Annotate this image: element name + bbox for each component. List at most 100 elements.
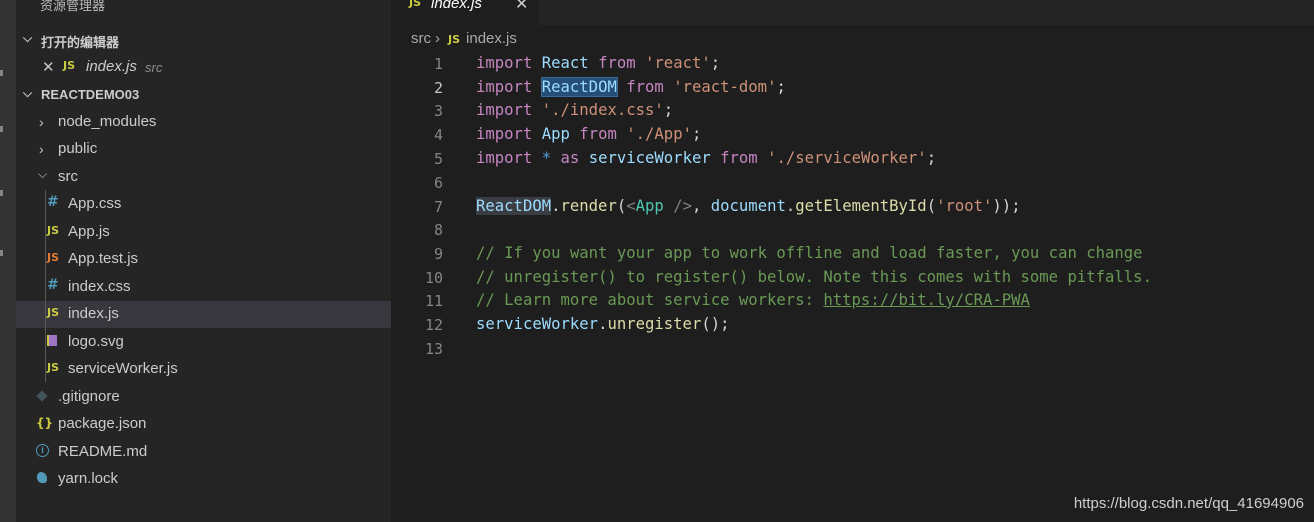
info-icon: i	[36, 444, 49, 457]
line-number: 11	[424, 292, 443, 310]
code-token: ;	[1011, 197, 1021, 215]
chevron-right-icon: ›	[39, 114, 44, 130]
code-link[interactable]: https://bit.ly/CRA-PWA	[823, 291, 1030, 309]
open-editors-section[interactable]: ⌵ 打开的编辑器	[16, 27, 391, 53]
line-number: 4	[433, 126, 443, 144]
code-token: ;	[691, 125, 702, 143]
code-token: from	[598, 54, 636, 72]
code-token: from	[720, 149, 758, 167]
project-label: REACTDEMO03	[41, 87, 140, 102]
json-file-icon: {}	[36, 416, 54, 430]
code-token: render	[560, 197, 617, 215]
tree-item-package-json[interactable]: {} package.json	[16, 411, 391, 438]
open-editor-desc: src	[145, 60, 163, 75]
line-number: 6	[433, 174, 443, 192]
code-line[interactable]: import ReactDOM from 'react-dom';	[476, 77, 786, 97]
yarn-icon	[37, 472, 47, 483]
js-file-icon: JS	[63, 59, 76, 72]
close-icon[interactable]: ✕	[42, 58, 55, 76]
js-file-icon: JS	[47, 306, 60, 319]
code-line[interactable]: // If you want your app to work offline …	[476, 244, 1143, 262]
tree-item-label: package.json	[58, 415, 147, 432]
chevron-right-icon: ›	[435, 30, 440, 47]
code-token: getElementById	[795, 197, 927, 215]
code-token: './App'	[626, 125, 692, 143]
code-line[interactable]: import * as serviceWorker from './servic…	[476, 149, 936, 167]
code-token: App	[635, 197, 664, 215]
line-number: 9	[433, 245, 443, 263]
tree-item-src[interactable]: ⌵ src	[16, 164, 391, 191]
tab-label: index.js	[431, 0, 482, 12]
tree-item-app-test-js[interactable]: JS App.test.js	[16, 246, 391, 273]
code-token: React	[541, 54, 589, 72]
code-token: from	[579, 125, 617, 143]
chevron-right-icon: ›	[39, 141, 44, 157]
code-token: './index.css'	[541, 101, 664, 119]
tree-item-public[interactable]: › public	[16, 136, 391, 163]
open-editor-item[interactable]: ✕ JS index.js src	[16, 54, 391, 81]
tree-item-label: .gitignore	[58, 388, 120, 405]
line-number: 2	[433, 79, 443, 97]
code-token: import	[476, 149, 533, 167]
code-token: import	[476, 101, 533, 119]
tab-index-js[interactable]: JS index.js ✕	[391, 0, 539, 25]
code-line[interactable]: import './index.css';	[476, 101, 673, 119]
tree-item-label: README.md	[58, 443, 148, 460]
activity-marker	[0, 190, 3, 196]
js-file-icon: JS	[448, 33, 461, 46]
tree-item-label: serviceWorker.js	[68, 360, 178, 377]
close-icon[interactable]: ✕	[515, 0, 528, 14]
code-token: './serviceWorker'	[767, 149, 927, 167]
code-line[interactable]: import React from 'react';	[476, 54, 720, 72]
tree-item-label: src	[58, 168, 78, 185]
code-line[interactable]: ReactDOM.render(<App />, document.getEle…	[476, 197, 1021, 215]
tree-item-yarn-lock[interactable]: yarn.lock	[16, 466, 391, 493]
line-number: 1	[433, 55, 443, 73]
code-token: 'react-dom'	[673, 78, 777, 96]
explorer-sidebar: 资源管理器 ⌵ 打开的编辑器 ✕ JS index.js src ⌵ REACT…	[16, 0, 391, 522]
code-line[interactable]: import App from './App';	[476, 125, 701, 143]
open-editors-label: 打开的编辑器	[41, 35, 120, 50]
breadcrumb-file[interactable]: index.js	[466, 30, 517, 47]
tree-item-logo-svg[interactable]: logo.svg	[16, 329, 391, 356]
tree-item-gitignore[interactable]: .gitignore	[16, 384, 391, 411]
tree-item-label: public	[58, 140, 98, 157]
css-file-icon: #	[47, 277, 59, 293]
chevron-down-icon: ⌵	[23, 31, 33, 45]
project-section[interactable]: ⌵ REACTDEMO03	[16, 82, 391, 108]
css-file-icon: #	[47, 194, 59, 210]
code-token: as	[560, 149, 580, 167]
tree-item-node-modules[interactable]: › node_modules	[16, 109, 391, 136]
code-token: unregister	[607, 315, 702, 333]
tree-item-app-js[interactable]: JS App.js	[16, 219, 391, 246]
activity-marker	[0, 250, 3, 256]
tree-item-readme-md[interactable]: i README.md	[16, 439, 391, 466]
code-token: ;	[776, 78, 786, 96]
tree-item-label: App.js	[68, 223, 110, 240]
tree-item-app-css[interactable]: # App.css	[16, 191, 391, 218]
tree-item-label: App.test.js	[68, 250, 139, 267]
activity-bar	[0, 0, 16, 522]
tree-item-serviceworker-js[interactable]: JS serviceWorker.js	[16, 356, 391, 383]
code-token: ReactDOM	[476, 197, 552, 215]
tree-item-label: index.css	[68, 278, 131, 295]
code-token: 'root'	[936, 197, 993, 215]
code-token: 'react'	[645, 54, 711, 72]
code-line[interactable]: serviceWorker.unregister();	[476, 315, 730, 333]
code-line[interactable]: // unregister() to register() below. Not…	[476, 268, 1152, 286]
explorer-title: 资源管理器	[40, 0, 106, 13]
js-file-icon: JS	[409, 0, 422, 9]
tree-item-label: logo.svg	[68, 333, 124, 350]
tree-item-index-js[interactable]: JS index.js	[16, 301, 391, 328]
code-token: from	[626, 78, 664, 96]
code-token: ;	[720, 315, 730, 333]
tree-item-index-css[interactable]: # index.css	[16, 274, 391, 301]
code-token: serviceWorker	[588, 149, 711, 167]
breadcrumb-folder[interactable]: src	[411, 30, 431, 47]
tree-item-label: node_modules	[58, 113, 157, 130]
line-number: 5	[433, 150, 443, 168]
code-line[interactable]: // Learn more about service workers: htt…	[476, 291, 1030, 309]
tree-item-label: index.js	[68, 305, 119, 322]
code-token: ReactDOM	[540, 77, 618, 97]
breadcrumb: src › JS index.js	[411, 30, 521, 47]
